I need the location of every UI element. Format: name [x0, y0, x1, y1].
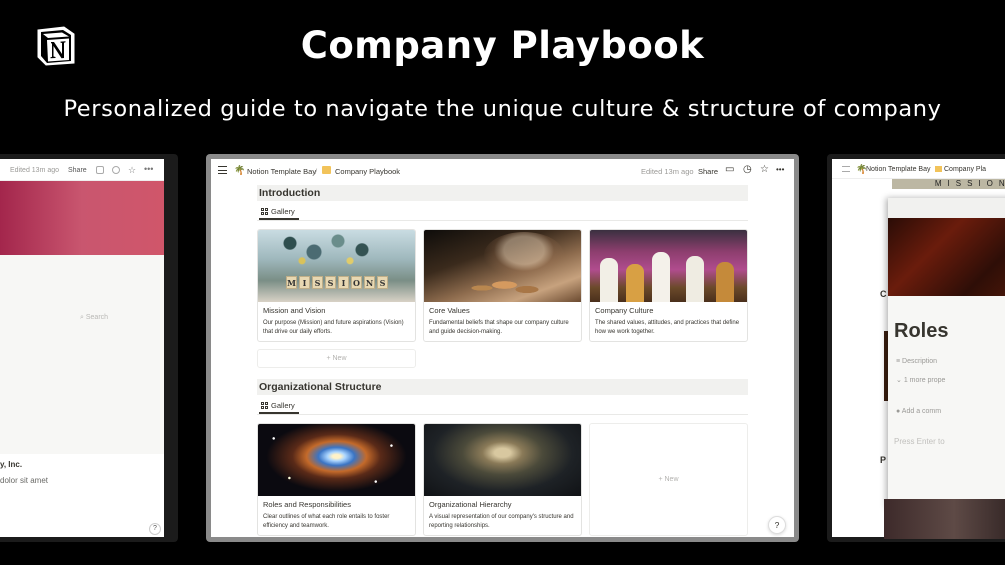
gallery-card-organizational-hierarchy[interactable]: Organizational Hierarchy A visual repres… — [423, 423, 582, 536]
star-icon[interactable]: ☆ — [128, 166, 136, 175]
top-bar: 🌴 Notion Template Bay / Company Playbook… — [211, 159, 794, 183]
breadcrumb-page[interactable]: Company Playbook — [335, 167, 400, 176]
modal-cover-image — [888, 218, 1005, 296]
palm-tree-icon: 🌴 — [234, 165, 246, 175]
menu-icon[interactable] — [842, 166, 850, 172]
modal-description-label: ≡ Description — [896, 358, 938, 365]
card-description: A visual representation of our company's… — [429, 514, 574, 529]
left-help-button[interactable]: ? — [149, 523, 161, 535]
folder-icon — [935, 166, 942, 172]
modal-more-property[interactable]: ⌄ 1 more prope — [896, 376, 945, 384]
modal-add-comment-text: Add a comm — [901, 408, 942, 415]
dancer-figure — [716, 262, 734, 302]
card-title: Mission and Vision — [263, 306, 326, 315]
left-preview-window: Edited 13m ago Share ☆ ••• ⌕ Search y, I… — [0, 159, 164, 537]
breadcrumb-workspace[interactable]: Notion Template Bay — [247, 167, 316, 176]
left-company-name: y, Inc. — [0, 460, 23, 469]
right-breadcrumb-page[interactable]: Company Pla — [944, 166, 986, 173]
modal-description-text: Description — [902, 358, 938, 365]
left-edited-label: Edited 13m ago — [10, 167, 60, 174]
tab-label: Gallery — [271, 401, 295, 410]
left-search-label: Search — [85, 314, 109, 321]
stars-graphic — [258, 424, 415, 496]
modal-toolbar — [888, 198, 1005, 218]
card-cover-image — [424, 230, 581, 302]
card-title: Organizational Hierarchy — [429, 500, 512, 509]
page-subtitle: Personalized guide to navigate the uniqu… — [63, 96, 942, 122]
gallery-icon — [261, 402, 268, 409]
help-button[interactable]: ? — [768, 516, 786, 534]
dancer-figure — [600, 258, 618, 302]
modal-add-comment[interactable]: ● Add a comm — [896, 408, 941, 415]
main-preview-frame: 🌴 Notion Template Bay / Company Playbook… — [206, 154, 799, 542]
tab-gallery-organizational[interactable]: Gallery — [261, 401, 295, 410]
new-card-placeholder[interactable]: + New — [589, 423, 748, 536]
tab-gallery-introduction[interactable]: Gallery — [261, 207, 295, 216]
card-title: Company Culture — [595, 306, 654, 315]
card-description: Fundamental beliefs that shape our compa… — [429, 320, 569, 335]
section-heading-organizational-structure: Organizational Structure — [257, 379, 748, 395]
card-cover-image — [258, 424, 415, 496]
right-preview-panel: 🌴 Notion Template Bay Company Pla MISSIO… — [827, 154, 1005, 542]
tab-label: Gallery — [271, 207, 295, 216]
page-title: Company Playbook — [300, 24, 705, 67]
folder-icon — [322, 166, 331, 174]
gallery-card-mission-vision[interactable]: MISSIONS Mission and Vision Our purpose … — [257, 229, 416, 342]
comment-icon[interactable]: ▭ — [725, 165, 734, 175]
new-card-button[interactable]: + New — [257, 349, 416, 368]
card-description: The shared values, attitudes, and practi… — [595, 320, 740, 335]
modal-placeholder[interactable]: Press Enter to — [894, 437, 945, 446]
right-missions-banner: MISSIONS — [892, 179, 1005, 189]
left-preview-topbar: Edited 13m ago Share ☆ ••• — [0, 159, 164, 181]
right-breadcrumb-workspace[interactable]: Notion Template Bay — [866, 166, 930, 173]
left-search[interactable]: ⌕ Search — [80, 314, 108, 322]
card-description: Our purpose (Mission) and future aspirat… — [263, 320, 404, 335]
clock-icon[interactable] — [112, 166, 120, 174]
section-heading-introduction: Introduction — [257, 185, 748, 201]
dancer-figure — [652, 252, 670, 302]
tab-divider — [257, 220, 748, 221]
card-cover-image: MISSIONS — [258, 230, 415, 302]
gallery-card-roles-responsibilities[interactable]: Roles and Responsibilities Clear outline… — [257, 423, 416, 536]
tab-divider — [257, 414, 748, 415]
notion-window: 🌴 Notion Template Bay / Company Playbook… — [211, 159, 794, 537]
share-button[interactable]: Share — [698, 167, 718, 176]
card-cover-image — [590, 230, 747, 302]
dancer-figure — [626, 264, 644, 302]
left-share-button[interactable]: Share — [68, 167, 87, 174]
edited-timestamp: Edited 13m ago — [641, 167, 694, 176]
right-preview-window: 🌴 Notion Template Bay Company Pla MISSIO… — [832, 159, 1005, 539]
card-cover-image — [424, 424, 581, 496]
dancer-figure — [686, 256, 704, 302]
right-heading-letter-c: C — [880, 289, 887, 299]
right-peek-modal: Roles ≡ Description ⌄ 1 more prope ● Add… — [888, 198, 1005, 508]
coins-graphic — [464, 270, 554, 300]
right-preview-topbar: 🌴 Notion Template Bay Company Pla — [832, 159, 1005, 179]
right-heading-letter-p: P — [880, 455, 887, 465]
modal-title: Roles — [894, 320, 949, 342]
clock-icon[interactable]: ◷ — [743, 165, 752, 175]
modal-more-property-text: 1 more prope — [903, 377, 946, 384]
right-bottom-image — [884, 499, 1005, 539]
gallery-card-company-culture[interactable]: Company Culture The shared values, attit… — [589, 229, 748, 342]
flowers-graphic — [266, 230, 386, 274]
menu-icon[interactable] — [218, 166, 227, 174]
card-title: Core Values — [429, 306, 470, 315]
breadcrumb-separator: / — [315, 167, 318, 176]
star-icon[interactable]: ☆ — [760, 165, 769, 175]
more-icon[interactable]: ••• — [776, 165, 784, 175]
gallery-card-core-values[interactable]: Core Values Fundamental beliefs that sha… — [423, 229, 582, 342]
left-content: y, Inc. dolor sit amet ? — [0, 454, 164, 537]
left-cover-image — [0, 181, 164, 255]
comment-icon[interactable] — [96, 166, 104, 174]
left-preview-panel: Edited 13m ago Share ☆ ••• ⌕ Search y, I… — [0, 154, 178, 542]
missions-tiles: MISSIONS — [286, 276, 388, 289]
card-description: Clear outlines of what each role entails… — [263, 514, 390, 529]
left-lorem-text: dolor sit amet — [0, 476, 49, 485]
gallery-icon — [261, 208, 268, 215]
card-title: Roles and Responsibilities — [263, 500, 351, 509]
more-icon[interactable]: ••• — [144, 165, 153, 174]
